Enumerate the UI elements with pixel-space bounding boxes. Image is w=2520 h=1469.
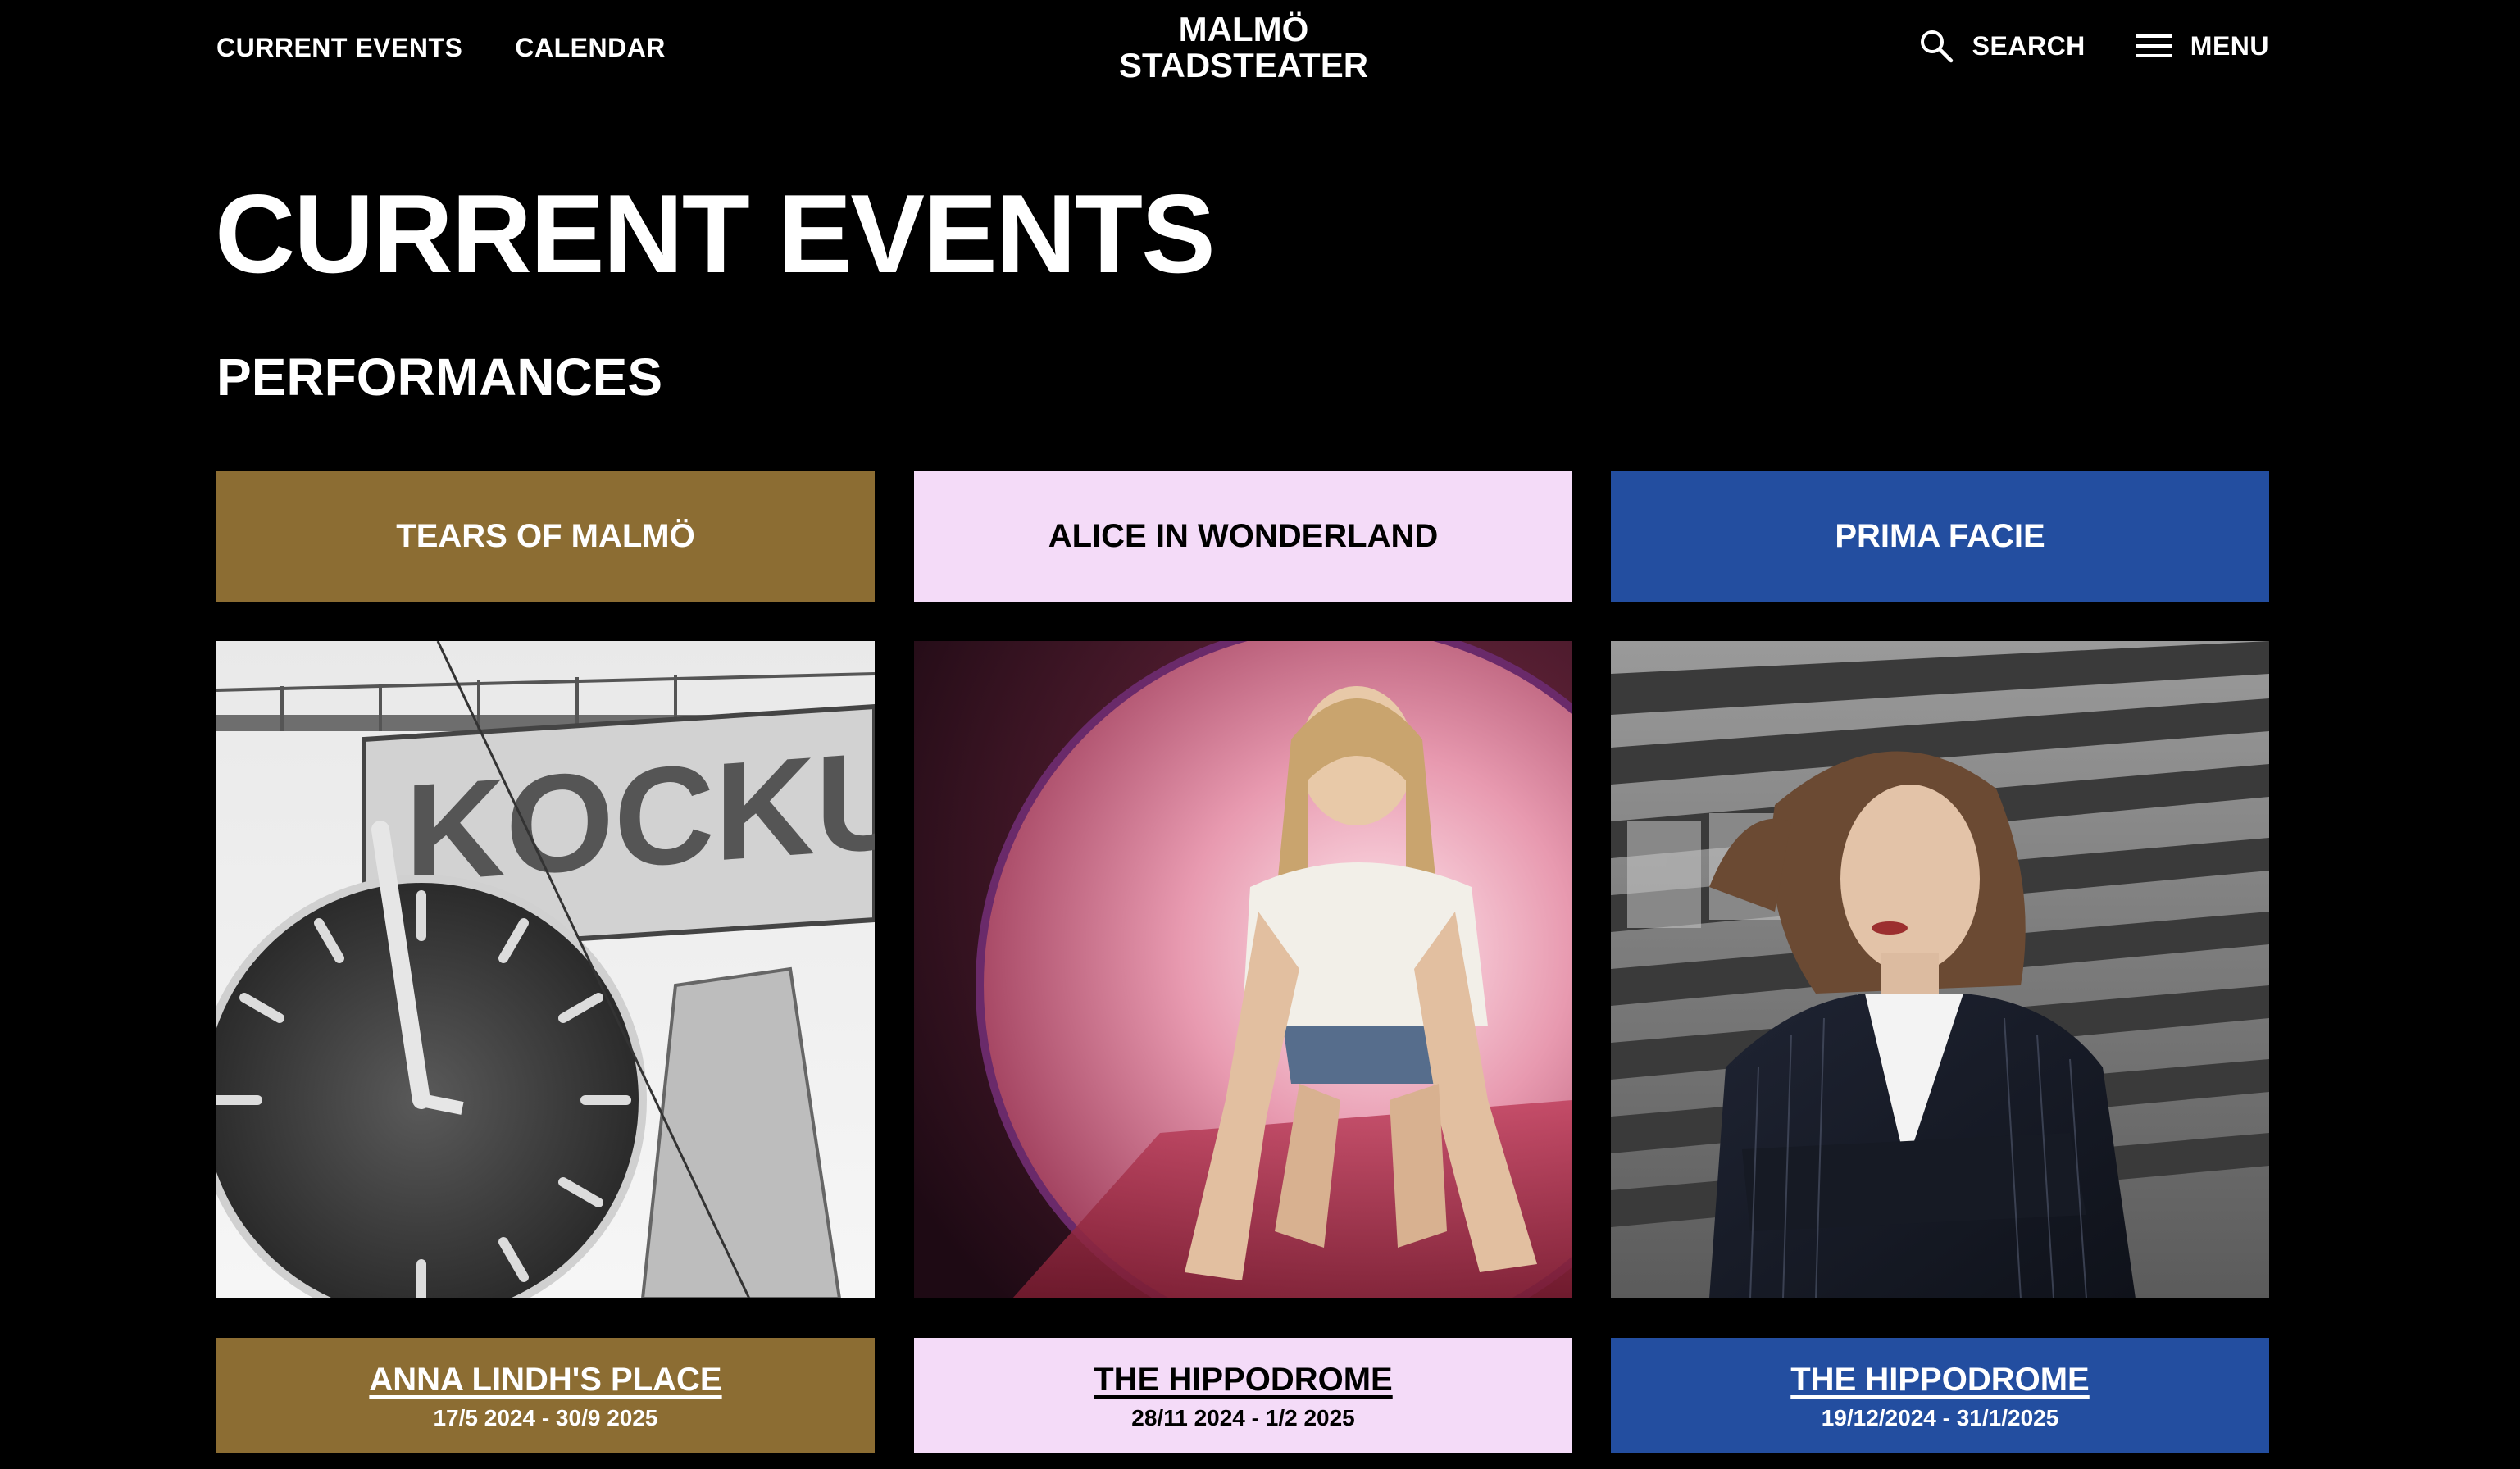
menu-label: MENU (2190, 30, 2269, 61)
nav-link-calendar[interactable]: CALENDAR (515, 33, 666, 63)
performance-card: ALICE IN WONDERLAND THE HIPPODROME 28/11… (914, 471, 1572, 1453)
venue-link[interactable]: ANNA LINDH'S PLACE (369, 1359, 721, 1400)
top-navigation: CURRENT EVENTS CALENDAR MALMÖ STADSTEATE… (0, 0, 2520, 102)
date-range: 28/11 2024 - 1/2 2025 (1131, 1405, 1355, 1430)
site-logo[interactable]: MALMÖ STADSTEATER (1076, 11, 1412, 84)
logo-line-2: STADSTEATER (1118, 46, 1369, 84)
search-icon (1918, 28, 1954, 64)
hamburger-menu-icon (2136, 28, 2172, 64)
menu-button[interactable]: MENU (2136, 28, 2269, 64)
performance-meta: ANNA LINDH'S PLACE 17/5 2024 - 30/9 2025 (216, 1338, 875, 1453)
performance-card: TEARS OF MALMÖ KOCKU ANNA LINDH'S PLACE … (216, 471, 875, 1453)
utility-nav: SEARCH MENU (1918, 28, 2269, 64)
performance-image[interactable] (914, 641, 1572, 1298)
venue-link[interactable]: THE HIPPODROME (1094, 1359, 1392, 1400)
performance-meta: THE HIPPODROME 19/12/2024 - 31/1/2025 (1611, 1338, 2269, 1453)
date-range: 19/12/2024 - 31/1/2025 (1821, 1405, 2059, 1430)
performance-card: PRIMA FACIE THE HIPPODROME 19/12/2024 - … (1611, 471, 2269, 1453)
performance-meta: THE HIPPODROME 28/11 2024 - 1/2 2025 (914, 1338, 1572, 1453)
primary-nav: CURRENT EVENTS CALENDAR (216, 33, 666, 63)
search-button[interactable]: SEARCH (1918, 28, 2086, 64)
performance-title[interactable]: ALICE IN WONDERLAND (914, 471, 1572, 602)
page-title: CURRENT EVENTS (215, 171, 1216, 296)
date-range: 17/5 2024 - 30/9 2025 (433, 1405, 658, 1430)
venue-link[interactable]: THE HIPPODROME (1790, 1359, 2089, 1400)
logo-line-1: MALMÖ (1178, 10, 1309, 48)
section-title-performances: PERFORMANCES (216, 348, 663, 407)
performance-image[interactable] (1611, 641, 2269, 1298)
performance-title[interactable]: TEARS OF MALMÖ (216, 471, 875, 602)
search-label: SEARCH (1972, 30, 2086, 61)
performance-title[interactable]: PRIMA FACIE (1611, 471, 2269, 602)
performance-image[interactable]: KOCKU (216, 641, 875, 1298)
nav-link-current-events[interactable]: CURRENT EVENTS (216, 33, 462, 63)
